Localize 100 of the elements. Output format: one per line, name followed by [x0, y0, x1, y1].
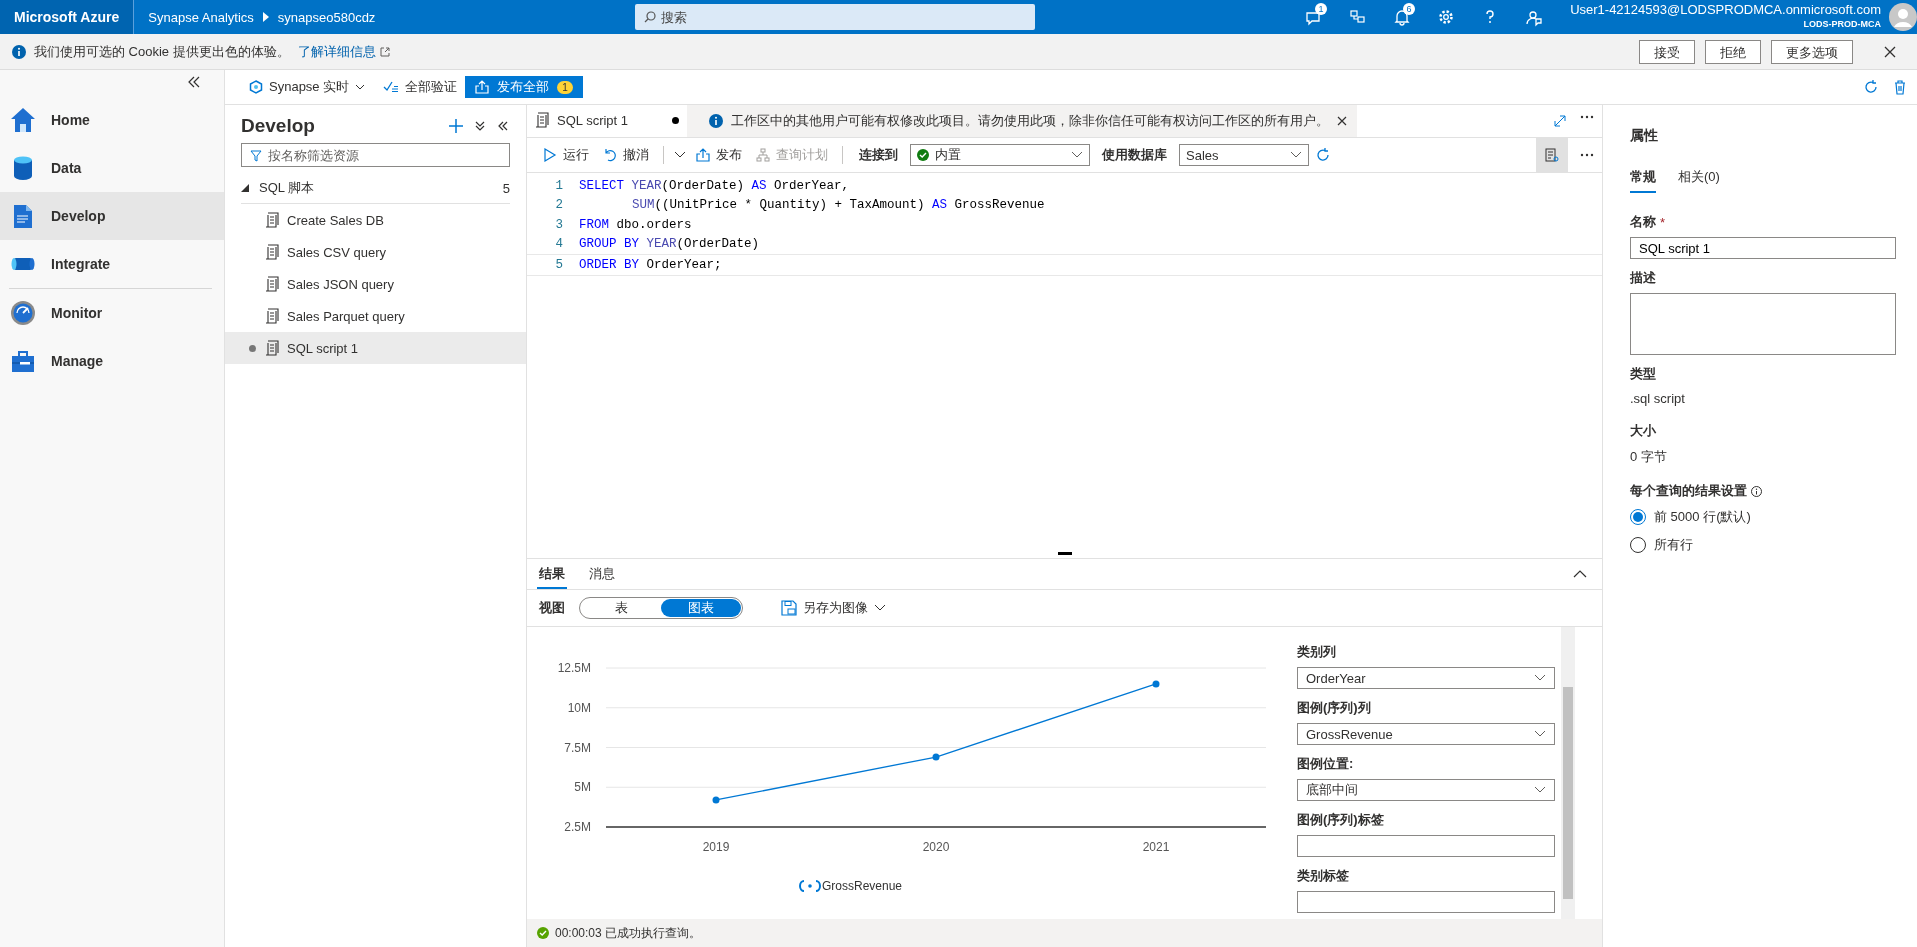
input-field[interactable]	[1297, 835, 1555, 857]
line-number: 3	[554, 217, 564, 232]
code-line: SUM((UnitPrice * Quantity) + TaxAmount) AS GrossRevenue	[631, 198, 1045, 213]
radio-label: 所有行	[1654, 536, 1693, 554]
refresh-icon[interactable]	[1315, 147, 1331, 163]
required-mark: *	[1660, 214, 1666, 230]
chevron-down-icon[interactable]	[674, 151, 686, 159]
count-badge: 6	[1403, 3, 1416, 15]
view-option[interactable]: 图表	[661, 599, 741, 617]
publish-all-button[interactable]: 发布全部 1	[465, 76, 583, 98]
hierarchy-icon	[756, 148, 770, 162]
breadcrumb-link[interactable]: synapseo580cdz	[277, 9, 376, 25]
tree-group[interactable]: SQL 脚本 5	[241, 173, 510, 204]
select-field[interactable]: OrderYear	[1297, 667, 1555, 689]
tree-item[interactable]: Sales JSON query	[225, 268, 526, 300]
expand-all-icon[interactable]	[474, 120, 486, 132]
data-point[interactable]	[712, 796, 720, 804]
properties-button[interactable]	[1536, 138, 1568, 172]
info-icon[interactable]	[1751, 485, 1762, 497]
axis-tick-label: 12.5M	[557, 661, 591, 675]
banner-button[interactable]: 接受	[1639, 39, 1695, 64]
status-message: 00:00:03 已成功执行查询。	[555, 924, 702, 942]
scrollbar[interactable]	[1561, 627, 1575, 919]
breadcrumb-link[interactable]: Synapse Analytics	[148, 9, 254, 25]
code-line: FROM dbo.orders	[579, 217, 692, 232]
close-icon[interactable]	[1337, 116, 1347, 126]
item-count: 5	[502, 180, 510, 196]
script-icon	[265, 276, 279, 292]
tree-item[interactable]: Create Sales DB	[225, 204, 526, 236]
mode-dropdown[interactable]: Synapse 实时	[249, 73, 366, 101]
collapse-icon[interactable]	[186, 74, 202, 90]
description-field[interactable]	[1630, 293, 1896, 355]
view-option[interactable]: 表	[581, 599, 661, 617]
legend-marker-icon[interactable]	[799, 880, 821, 892]
tree-item[interactable]: Sales CSV query	[225, 236, 526, 268]
toolbar-button[interactable]: 6	[1382, 0, 1423, 34]
code-line: SELECT YEAR(OrderDate) AS OrderYear,	[579, 178, 850, 193]
results-tab[interactable]: 消息	[587, 561, 617, 589]
external-link-icon	[379, 46, 390, 57]
legend-label[interactable]: GrossRevenue	[822, 879, 903, 893]
account-name[interactable]: User1-42124593@LODSPRODMCA.onmicrosoft.com	[1570, 2, 1881, 17]
panel-title: 属性	[1630, 127, 1659, 145]
search-field[interactable]: 搜索	[634, 4, 1035, 30]
nav-item[interactable]: Home	[0, 96, 224, 144]
count-badge: 1	[557, 80, 573, 94]
brand-name[interactable]: Microsoft Azure	[0, 0, 135, 34]
field-label: 使用数据库	[1102, 146, 1167, 164]
save-as-image-button[interactable]: 另存为图像	[781, 599, 886, 617]
tenant-name: LODS-PROD-MCA	[1803, 18, 1881, 31]
properties-tab[interactable]: 常规	[1630, 163, 1656, 193]
connection-dropdown[interactable]: 内置	[910, 144, 1090, 166]
input-field[interactable]	[1297, 891, 1555, 913]
discard-icon[interactable]	[1893, 79, 1907, 95]
panel-title: Develop	[241, 115, 315, 137]
code-line: GROUP BY YEAR(OrderDate)	[579, 237, 760, 252]
resize-handle[interactable]	[1057, 552, 1072, 555]
undo-button[interactable]: 撤消	[599, 141, 653, 169]
properties-tab[interactable]: 相关(0)	[1678, 163, 1720, 193]
nav-item[interactable]: Data	[0, 144, 224, 192]
count-badge: 1	[1315, 3, 1328, 15]
run-button[interactable]: 运行	[539, 141, 593, 169]
tree-item[interactable]: Sales Parquet query	[225, 300, 526, 332]
banner-button[interactable]: 拒绝	[1705, 39, 1761, 64]
more-icon[interactable]	[1580, 115, 1594, 119]
field-label: 图例(序列)标签	[1297, 811, 1385, 829]
info-icon	[709, 114, 723, 128]
script-icon	[265, 244, 279, 260]
publish-button[interactable]: 发布	[692, 141, 746, 169]
avatar-icon[interactable]	[1889, 3, 1917, 31]
collapse-icon[interactable]	[496, 119, 510, 133]
nav-item[interactable]: Monitor	[0, 289, 224, 337]
code-line: ORDER BY OrderYear;	[579, 257, 722, 272]
toolbar-button[interactable]: 1	[1294, 0, 1335, 34]
save-image-icon	[781, 600, 797, 616]
database-dropdown[interactable]: Sales	[1179, 144, 1309, 166]
nav-item[interactable]: Develop	[0, 192, 224, 240]
chevron-down-icon	[874, 604, 886, 612]
refresh-icon[interactable]	[1863, 79, 1879, 95]
properties-icon	[1545, 148, 1559, 162]
plus-icon[interactable]	[448, 118, 464, 134]
line-number: 4	[554, 237, 564, 252]
select-field[interactable]: GrossRevenue	[1297, 723, 1555, 745]
learn-more-link[interactable]: 了解详细信息	[297, 42, 376, 61]
validate-all-button[interactable]: 全部验证	[383, 73, 458, 101]
nav-item[interactable]: Manage	[0, 337, 224, 385]
field-label: 类型	[1630, 365, 1657, 383]
field-label: 大小	[1630, 422, 1657, 440]
chevron-down-icon	[1290, 151, 1302, 159]
select-field[interactable]: 底部中间	[1297, 779, 1555, 801]
data-point[interactable]	[932, 753, 940, 761]
data-point[interactable]	[1152, 680, 1160, 688]
gauge-icon	[9, 299, 37, 327]
nav-item[interactable]: Integrate	[0, 240, 224, 288]
tree-item[interactable]: SQL script 1	[225, 332, 526, 364]
name-field[interactable]: SQL script 1	[1630, 237, 1896, 259]
filter-icon	[250, 150, 262, 162]
banner-button[interactable]: 更多选项	[1771, 39, 1853, 64]
maximize-icon[interactable]	[1554, 115, 1566, 127]
results-tab[interactable]: 结果	[537, 561, 567, 589]
filter-field[interactable]: 按名称筛选资源	[241, 143, 510, 167]
